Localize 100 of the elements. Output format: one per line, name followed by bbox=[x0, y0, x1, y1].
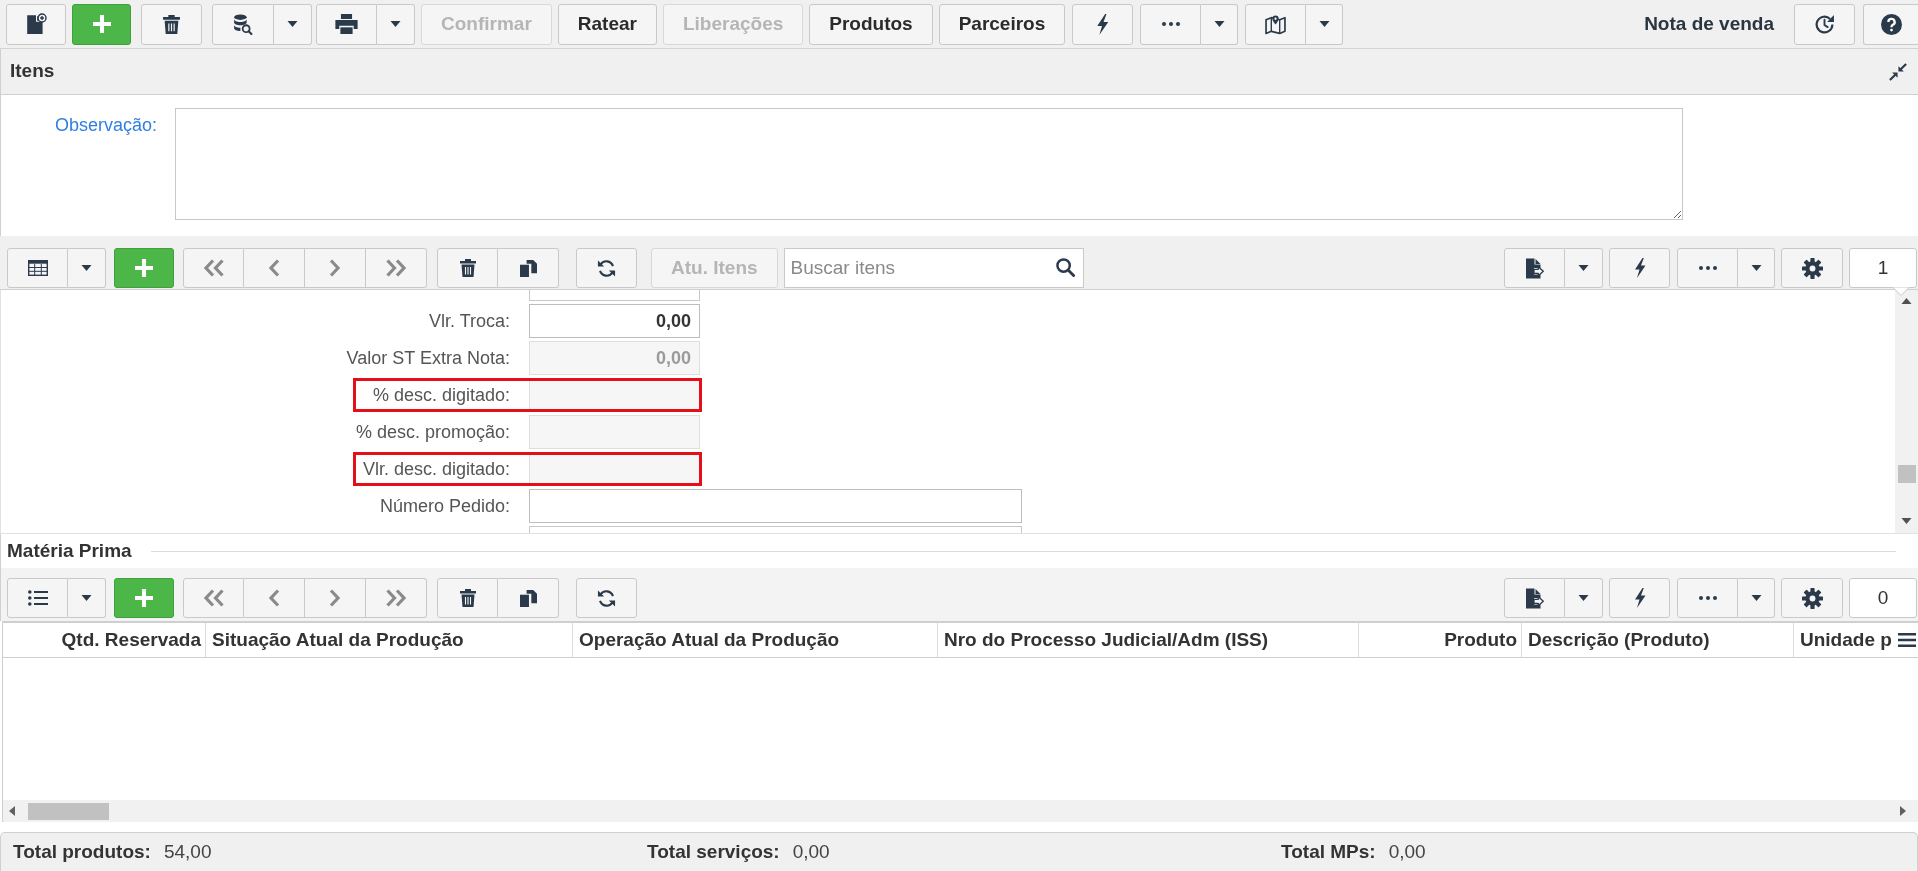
vertical-scrollbar[interactable] bbox=[1895, 290, 1918, 533]
new-document-icon bbox=[25, 13, 47, 35]
dropdown-button[interactable] bbox=[1201, 3, 1239, 45]
lightning-icon bbox=[1096, 13, 1110, 35]
settings-icon bbox=[1801, 587, 1823, 609]
dropdown-button[interactable] bbox=[377, 3, 415, 45]
total-value: 0,00 bbox=[1388, 839, 1426, 864]
dropdown-button[interactable] bbox=[1738, 248, 1775, 288]
toolbar-button[interactable]: Parceiros bbox=[938, 3, 1066, 45]
scroll-right-icon[interactable] bbox=[1900, 806, 1906, 816]
search-field[interactable]: Buscar itens bbox=[783, 248, 1084, 288]
previous-button[interactable] bbox=[244, 248, 305, 288]
scroll-up-icon[interactable] bbox=[1901, 298, 1912, 304]
previous-button[interactable] bbox=[244, 578, 305, 618]
scrollbar-thumb[interactable] bbox=[28, 802, 109, 820]
column-header[interactable]: Produto bbox=[1359, 623, 1522, 657]
dropdown-button[interactable] bbox=[68, 578, 106, 618]
list-view-button[interactable] bbox=[7, 578, 68, 618]
chevron-right-icon bbox=[329, 589, 341, 607]
copy-button[interactable] bbox=[498, 578, 559, 618]
dropdown-button[interactable] bbox=[1565, 248, 1603, 288]
caret-down-icon bbox=[287, 21, 298, 27]
new-document-button[interactable] bbox=[6, 3, 66, 45]
input-field[interactable]: 0,00 bbox=[529, 304, 700, 338]
caret-down-icon bbox=[1318, 21, 1330, 27]
total-label: Total MPs: bbox=[1281, 839, 1376, 864]
copy-icon bbox=[519, 589, 537, 607]
settings-button[interactable] bbox=[1781, 248, 1843, 288]
delete-button[interactable] bbox=[141, 3, 202, 45]
export-button[interactable] bbox=[1504, 578, 1565, 618]
field-label: Observação: bbox=[53, 114, 157, 137]
first-page-button[interactable] bbox=[183, 578, 244, 618]
export-button[interactable] bbox=[1504, 248, 1565, 288]
scroll-left-icon[interactable] bbox=[9, 806, 15, 816]
search-icon[interactable] bbox=[1055, 258, 1075, 277]
scrollbar-thumb[interactable] bbox=[1897, 465, 1916, 483]
column-header[interactable]: Descrição (Produto) bbox=[1522, 623, 1794, 657]
document-type-label: Nota de venda bbox=[1644, 11, 1774, 36]
settings-button[interactable] bbox=[1781, 578, 1843, 618]
print-button[interactable] bbox=[316, 3, 377, 45]
chevron-left-icon bbox=[268, 589, 280, 607]
refresh-icon bbox=[597, 258, 616, 278]
delete-button[interactable] bbox=[437, 578, 498, 618]
scroll-down-icon[interactable] bbox=[1901, 518, 1912, 524]
input-field[interactable] bbox=[529, 526, 1022, 533]
dropdown-button[interactable] bbox=[274, 3, 312, 45]
compress-icon[interactable] bbox=[1888, 62, 1908, 81]
toolbar-button[interactable]: Ratear bbox=[557, 3, 657, 45]
field-label: Vlr. desc. digitado: bbox=[362, 457, 510, 481]
field-label: Valor ST Extra Nota: bbox=[346, 346, 510, 370]
lightning-button[interactable] bbox=[1609, 578, 1670, 618]
column-header[interactable]: Qtd. Reservada bbox=[3, 623, 206, 657]
horizontal-scrollbar[interactable] bbox=[3, 800, 1918, 822]
add-button[interactable] bbox=[72, 3, 131, 45]
ellipsis-icon bbox=[1698, 266, 1717, 270]
double-chevron-right-icon bbox=[385, 259, 407, 277]
next-button[interactable] bbox=[305, 248, 366, 288]
dropdown-button[interactable] bbox=[68, 248, 106, 288]
total-value: 54,00 bbox=[163, 839, 212, 864]
database-search-icon bbox=[233, 13, 253, 35]
copy-button[interactable] bbox=[498, 248, 559, 288]
database-search-button[interactable] bbox=[212, 3, 274, 45]
input-field[interactable] bbox=[529, 290, 700, 301]
lightning-button[interactable] bbox=[1609, 248, 1670, 288]
next-button[interactable] bbox=[305, 578, 366, 618]
field-label: Vlr. Troca: bbox=[428, 309, 510, 333]
trash-icon bbox=[459, 589, 476, 607]
column-header[interactable]: Situação Atual da Produção bbox=[206, 623, 573, 657]
column-header[interactable]: Unidade p bbox=[1794, 623, 1896, 657]
add-button[interactable] bbox=[114, 578, 174, 618]
plus-icon bbox=[135, 589, 153, 607]
last-page-button[interactable] bbox=[366, 578, 427, 618]
column-header[interactable]: Nro do Processo Judicial/Adm (ISS) bbox=[938, 623, 1359, 657]
map-button[interactable] bbox=[1245, 3, 1307, 45]
observation-field[interactable] bbox=[175, 108, 1683, 220]
last-page-button[interactable] bbox=[366, 248, 427, 288]
clock-button[interactable] bbox=[1794, 3, 1855, 45]
field-label: % desc. digitado: bbox=[372, 383, 510, 407]
refresh-button[interactable] bbox=[576, 248, 637, 288]
delete-button[interactable] bbox=[437, 248, 498, 288]
dropdown-button[interactable] bbox=[1738, 578, 1775, 618]
table-view-button[interactable] bbox=[7, 248, 68, 288]
help-button[interactable] bbox=[1863, 3, 1918, 45]
dropdown-button[interactable] bbox=[1306, 3, 1344, 45]
refresh-icon bbox=[597, 588, 616, 608]
first-page-button[interactable] bbox=[183, 248, 244, 288]
field-label: Número Pedido: bbox=[379, 494, 510, 518]
caret-down-icon bbox=[1578, 265, 1589, 271]
caret-down-icon bbox=[1213, 21, 1225, 27]
double-chevron-left-icon bbox=[202, 259, 225, 277]
refresh-button[interactable] bbox=[576, 578, 637, 618]
input-field[interactable] bbox=[529, 489, 1022, 523]
add-button[interactable] bbox=[114, 248, 174, 288]
column-header[interactable]: Operação Atual da Produção bbox=[573, 623, 938, 657]
dropdown-button[interactable] bbox=[1565, 578, 1603, 618]
caret-down-icon bbox=[1750, 265, 1762, 271]
lightning-button[interactable] bbox=[1072, 3, 1134, 45]
caret-down-icon bbox=[1750, 595, 1762, 601]
menu-icon[interactable] bbox=[1898, 633, 1916, 647]
toolbar-button[interactable]: Produtos bbox=[809, 3, 933, 45]
